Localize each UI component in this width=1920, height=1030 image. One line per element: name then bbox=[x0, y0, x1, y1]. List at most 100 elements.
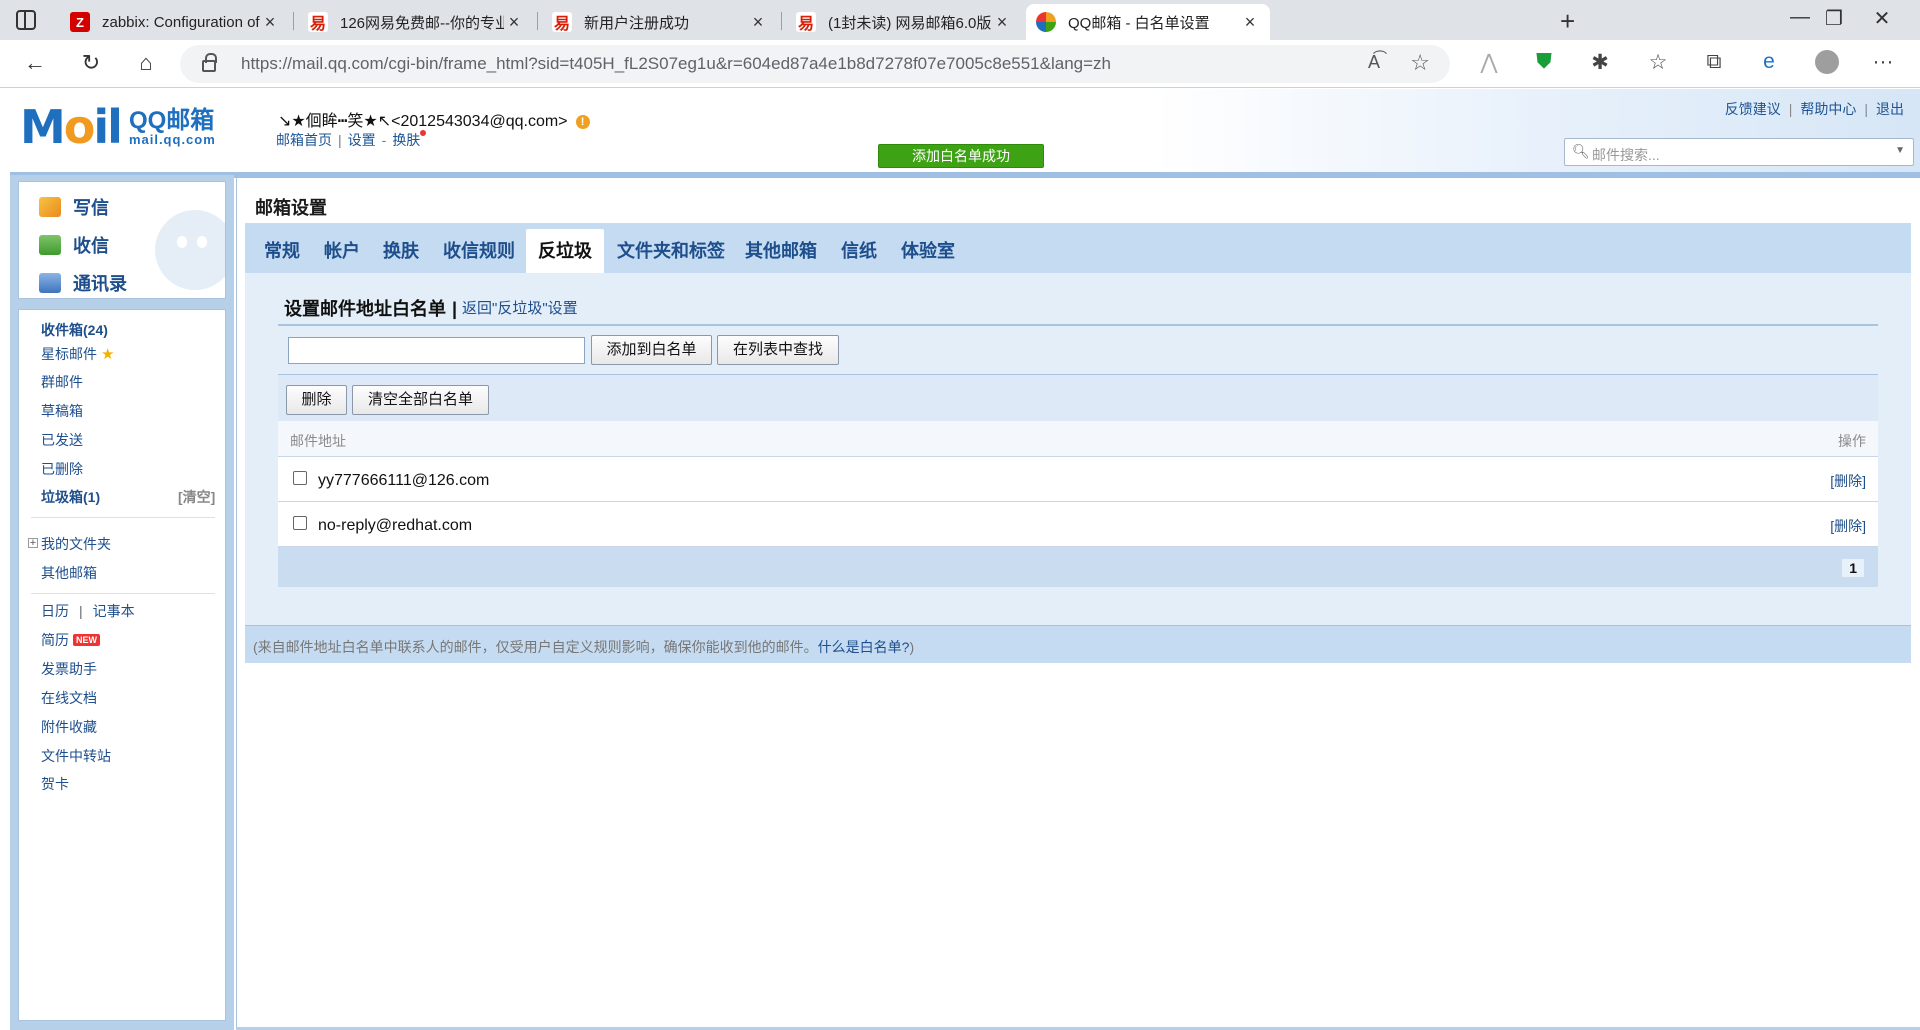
add-to-whitelist-button[interactable]: 添加到白名单 bbox=[591, 335, 712, 365]
new-tab-icon[interactable]: + bbox=[1560, 6, 1575, 37]
whitelist-address-input[interactable] bbox=[288, 337, 585, 364]
folder-group[interactable]: 群邮件 bbox=[41, 372, 83, 392]
favorites-icon[interactable]: ☆ bbox=[1643, 50, 1673, 75]
folder-spam[interactable]: 垃圾箱(1) [清空] bbox=[41, 487, 221, 507]
close-tab-icon[interactable]: × bbox=[504, 12, 524, 33]
row-delete-link[interactable]: [删除] bbox=[1830, 471, 1866, 491]
warning-icon[interactable]: ! bbox=[575, 115, 590, 129]
my-folders[interactable]: 我的文件夹 bbox=[41, 534, 111, 554]
whitelist-table: 删除 清空全部白名单 邮件地址 操作 yy777666111@126.com [… bbox=[278, 375, 1878, 587]
compose-label: 写信 bbox=[73, 198, 109, 218]
transfer-link[interactable]: 文件中转站 bbox=[41, 746, 111, 766]
cards-link[interactable]: 贺卡 bbox=[41, 774, 69, 794]
close-tab-icon[interactable]: × bbox=[260, 12, 280, 33]
resume-label: 简历 bbox=[41, 632, 69, 648]
help-link[interactable]: 帮助中心 bbox=[1800, 101, 1856, 117]
row-address: no-reply@redhat.com bbox=[318, 517, 473, 534]
profile-avatar[interactable] bbox=[1812, 50, 1842, 80]
docs-link[interactable]: 在线文档 bbox=[41, 688, 97, 708]
settings-link[interactable]: 设置 bbox=[348, 132, 376, 148]
notes-link[interactable]: 记事本 bbox=[93, 603, 135, 619]
close-tab-icon[interactable]: × bbox=[1240, 12, 1260, 33]
skin-link[interactable]: 换肤 bbox=[392, 132, 420, 148]
invoice-link[interactable]: 发票助手 bbox=[41, 659, 97, 679]
what-is-whitelist-link[interactable]: 什么是白名单? bbox=[818, 639, 910, 655]
inbox-button[interactable]: 收信 bbox=[39, 232, 109, 258]
folder-sent[interactable]: 已发送 bbox=[41, 430, 83, 450]
tab-folders-labels[interactable]: 文件夹和标签 bbox=[617, 237, 725, 263]
read-aloud-icon[interactable]: A͡ bbox=[1368, 52, 1380, 73]
edge-bar-icon[interactable]: e bbox=[1754, 50, 1784, 74]
logout-link[interactable]: 退出 bbox=[1876, 101, 1904, 117]
pagination: 1 bbox=[278, 547, 1878, 587]
current-page[interactable]: 1 bbox=[1842, 559, 1864, 577]
mail-search-input[interactable]: 🔍︎ 邮件搜索... ▼ bbox=[1564, 138, 1914, 166]
contacts-button[interactable]: 通讯录 bbox=[39, 270, 127, 296]
search-icon: 🔍︎ bbox=[1572, 143, 1590, 159]
tab-rules[interactable]: 收信规则 bbox=[443, 237, 515, 263]
tab-title: 新用户注册成功 bbox=[584, 14, 690, 32]
star-icon: ★ bbox=[101, 346, 115, 363]
home-icon[interactable]: ⌂ bbox=[131, 50, 161, 76]
clear-spam-link[interactable]: [清空] bbox=[178, 487, 215, 507]
clear-whitelist-button[interactable]: 清空全部白名单 bbox=[352, 385, 489, 415]
close-tab-icon[interactable]: × bbox=[992, 12, 1012, 33]
section-heading: 设置邮件地址白名单 | bbox=[284, 295, 463, 321]
user-name: ↘★佪眸┅笑★↖<2012543034@qq.com> bbox=[278, 113, 568, 130]
tab-other-mail[interactable]: 其他邮箱 bbox=[745, 237, 817, 263]
folder-deleted[interactable]: 已删除 bbox=[41, 459, 83, 479]
other-mailboxes[interactable]: 其他邮箱 bbox=[41, 563, 97, 583]
browser-tab-163[interactable]: 易 (1封未读) 网易邮箱6.0版 × bbox=[786, 4, 1022, 40]
back-icon[interactable]: ← bbox=[20, 50, 50, 76]
attachments-link[interactable]: 附件收藏 bbox=[41, 717, 97, 737]
delete-button[interactable]: 删除 bbox=[286, 385, 347, 415]
folder-drafts[interactable]: 草稿箱 bbox=[41, 401, 83, 421]
tab-stationery[interactable]: 信纸 bbox=[841, 237, 877, 263]
folder-inbox[interactable]: 收件箱(24) bbox=[41, 320, 108, 340]
tab-title: 126网易免费邮--你的专业电子邮 bbox=[340, 14, 504, 32]
mail-home-link[interactable]: 邮箱首页 bbox=[276, 132, 332, 148]
browser-tab-126[interactable]: 易 126网易免费邮--你的专业电子邮 × bbox=[298, 4, 534, 40]
extension-icon[interactable]: ⋀ bbox=[1474, 50, 1504, 75]
tab-skin[interactable]: 换肤 bbox=[383, 237, 419, 263]
extensions-puzzle-icon[interactable]: ✱ bbox=[1585, 50, 1615, 75]
tab-actions-icon[interactable] bbox=[16, 10, 36, 30]
shield-icon[interactable]: ⛊ bbox=[1529, 50, 1559, 74]
url-text[interactable]: https://mail.qq.com/cgi-bin/frame_html?s… bbox=[241, 54, 1111, 74]
table-header: 邮件地址 操作 bbox=[278, 421, 1878, 457]
row-checkbox[interactable] bbox=[293, 516, 307, 530]
expand-icon[interactable]: + bbox=[28, 538, 38, 549]
address-bar[interactable]: https://mail.qq.com/cgi-bin/frame_html?s… bbox=[180, 45, 1450, 83]
feedback-link[interactable]: 反馈建议 bbox=[1725, 101, 1781, 117]
calendar-link[interactable]: 日历 bbox=[41, 603, 69, 619]
tab-antispam[interactable]: 反垃圾 bbox=[526, 229, 604, 275]
tab-account[interactable]: 帐户 bbox=[324, 237, 360, 263]
close-tab-icon[interactable]: × bbox=[748, 12, 768, 33]
folder-starred[interactable]: 星标邮件 ★ bbox=[41, 344, 114, 364]
resume-link[interactable]: 简历 NEW bbox=[41, 630, 100, 650]
more-menu-icon[interactable]: ··· bbox=[1868, 50, 1898, 74]
browser-tab-zabbix[interactable]: Z zabbix: Configuration of actions × bbox=[60, 4, 290, 40]
browser-tab-register[interactable]: 易 新用户注册成功 × bbox=[542, 4, 778, 40]
restore-icon[interactable]: ❐ bbox=[1814, 6, 1854, 31]
tab-general[interactable]: 常规 bbox=[264, 237, 300, 263]
table-toolbar: 删除 清空全部白名单 bbox=[278, 375, 1878, 421]
row-delete-link[interactable]: [删除] bbox=[1830, 516, 1866, 536]
close-window-icon[interactable]: ✕ bbox=[1862, 6, 1902, 31]
netease-icon: 易 bbox=[552, 12, 572, 33]
compose-button[interactable]: 写信 bbox=[39, 194, 109, 220]
pencil-icon bbox=[39, 197, 61, 217]
footnote-text: (来自邮件地址白名单中联系人的邮件，仅受用户自定义规则影响，确保你能收到他的邮件… bbox=[253, 639, 818, 655]
add-favorite-icon[interactable]: ☆ bbox=[1410, 50, 1430, 76]
row-checkbox[interactable] bbox=[293, 471, 307, 485]
chevron-down-icon[interactable]: ▼ bbox=[1895, 145, 1905, 156]
collections-icon[interactable]: ⧉ bbox=[1699, 50, 1729, 74]
divider bbox=[278, 324, 1878, 326]
qqmail-logo[interactable]: Moil QQ邮箱 mail.qq.com bbox=[20, 100, 216, 154]
reload-icon[interactable]: ↻ bbox=[76, 50, 106, 76]
back-to-antispam-link[interactable]: 返回"反垃圾"设置 bbox=[462, 297, 578, 318]
browser-tab-qqmail[interactable]: QQ邮箱 - 白名单设置 × bbox=[1026, 4, 1270, 40]
lock-icon[interactable] bbox=[202, 53, 217, 72]
find-in-list-button[interactable]: 在列表中查找 bbox=[717, 335, 839, 365]
tab-labs[interactable]: 体验室 bbox=[901, 237, 955, 263]
